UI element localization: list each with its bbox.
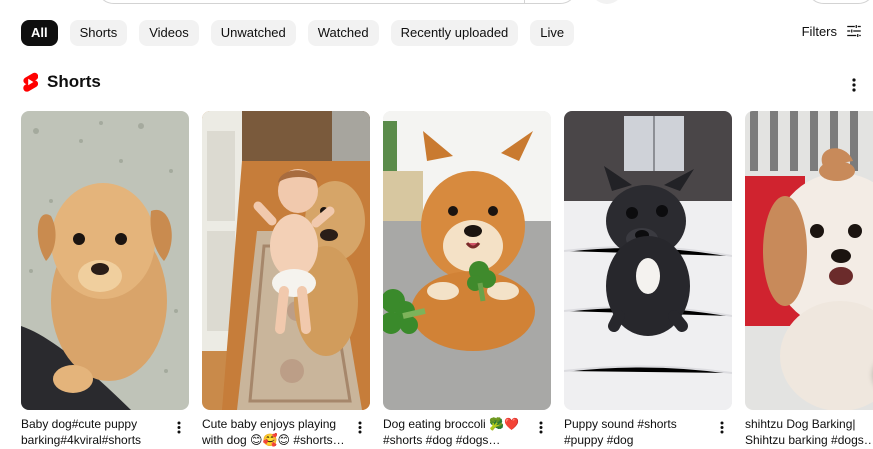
- shorts-shelf-header: Shorts: [22, 72, 101, 92]
- short-title[interactable]: Cute baby enjoys playing with dog 😊🥰😊 #s…: [202, 416, 347, 448]
- short-title[interactable]: Baby dog#cute puppy barking#4kviral#shor…: [21, 416, 166, 448]
- short-more-button[interactable]: [716, 419, 728, 435]
- short-more-button[interactable]: [535, 419, 547, 435]
- shorts-row: Baby dog#cute puppy barking#4kviral#shor…: [21, 111, 873, 449]
- short-more-button[interactable]: [173, 419, 185, 435]
- filters-button[interactable]: Filters: [802, 22, 863, 40]
- more-vert-icon: [177, 421, 181, 433]
- short-thumbnail[interactable]: [564, 111, 732, 410]
- chip-shorts[interactable]: Shorts: [69, 20, 128, 46]
- chip-live[interactable]: Live: [530, 20, 575, 46]
- short-title[interactable]: shihtzu Dog Barking| Shihtzu barking #do…: [745, 416, 873, 448]
- french-bulldog-thumbnail-image: [564, 111, 732, 410]
- short-card[interactable]: Cute baby enjoys playing with dog 😊🥰😊 #s…: [202, 111, 370, 447]
- filters-label: Filters: [801, 23, 837, 39]
- voice-search-button[interactable]: [590, 0, 624, 4]
- short-thumbnail[interactable]: [202, 111, 370, 410]
- short-title[interactable]: Dog eating broccoli 🥦❤️ #shorts #dog #do…: [383, 416, 528, 448]
- shiba-broccoli-thumbnail-image: [383, 111, 551, 410]
- shihtzu-thumbnail-image: [745, 111, 873, 410]
- account-button[interactable]: [806, 0, 873, 4]
- more-vert-icon: [720, 421, 724, 433]
- short-thumbnail[interactable]: [21, 111, 189, 410]
- shelf-title: Shorts: [47, 72, 101, 91]
- more-vert-icon: [539, 421, 543, 433]
- chip-watched[interactable]: Watched: [307, 20, 379, 46]
- chip-recently-uploaded[interactable]: Recently uploaded: [390, 20, 519, 46]
- chip-all[interactable]: All: [21, 20, 58, 46]
- masthead-partial: [0, 0, 873, 5]
- short-card[interactable]: shihtzu Dog Barking| Shihtzu barking #do…: [745, 111, 873, 447]
- short-card[interactable]: Baby dog#cute puppy barking#4kviral#shor…: [21, 111, 189, 447]
- short-thumbnail[interactable]: [745, 111, 873, 410]
- shorts-logo-icon: [23, 72, 38, 92]
- shelf-more-button[interactable]: [845, 74, 863, 96]
- short-title[interactable]: Puppy sound #shorts #puppy #dog: [564, 416, 709, 448]
- short-card[interactable]: Dog eating broccoli 🥦❤️ #shorts #dog #do…: [383, 111, 551, 447]
- filter-chip-bar: All Shorts Videos Unwatched Watched Rece…: [21, 20, 575, 46]
- more-vert-icon: [358, 421, 362, 433]
- search-box[interactable]: [96, 0, 578, 4]
- short-card[interactable]: Puppy sound #shorts #puppy #dog: [564, 111, 732, 447]
- short-more-button[interactable]: [354, 419, 366, 435]
- baby-dog-thumbnail-image: [202, 111, 370, 410]
- tune-icon: [847, 25, 861, 37]
- puppy-thumbnail-image: [21, 111, 189, 410]
- more-vert-icon: [852, 78, 856, 92]
- chip-videos[interactable]: Videos: [139, 20, 199, 46]
- short-thumbnail[interactable]: [383, 111, 551, 410]
- chip-unwatched[interactable]: Unwatched: [210, 20, 296, 46]
